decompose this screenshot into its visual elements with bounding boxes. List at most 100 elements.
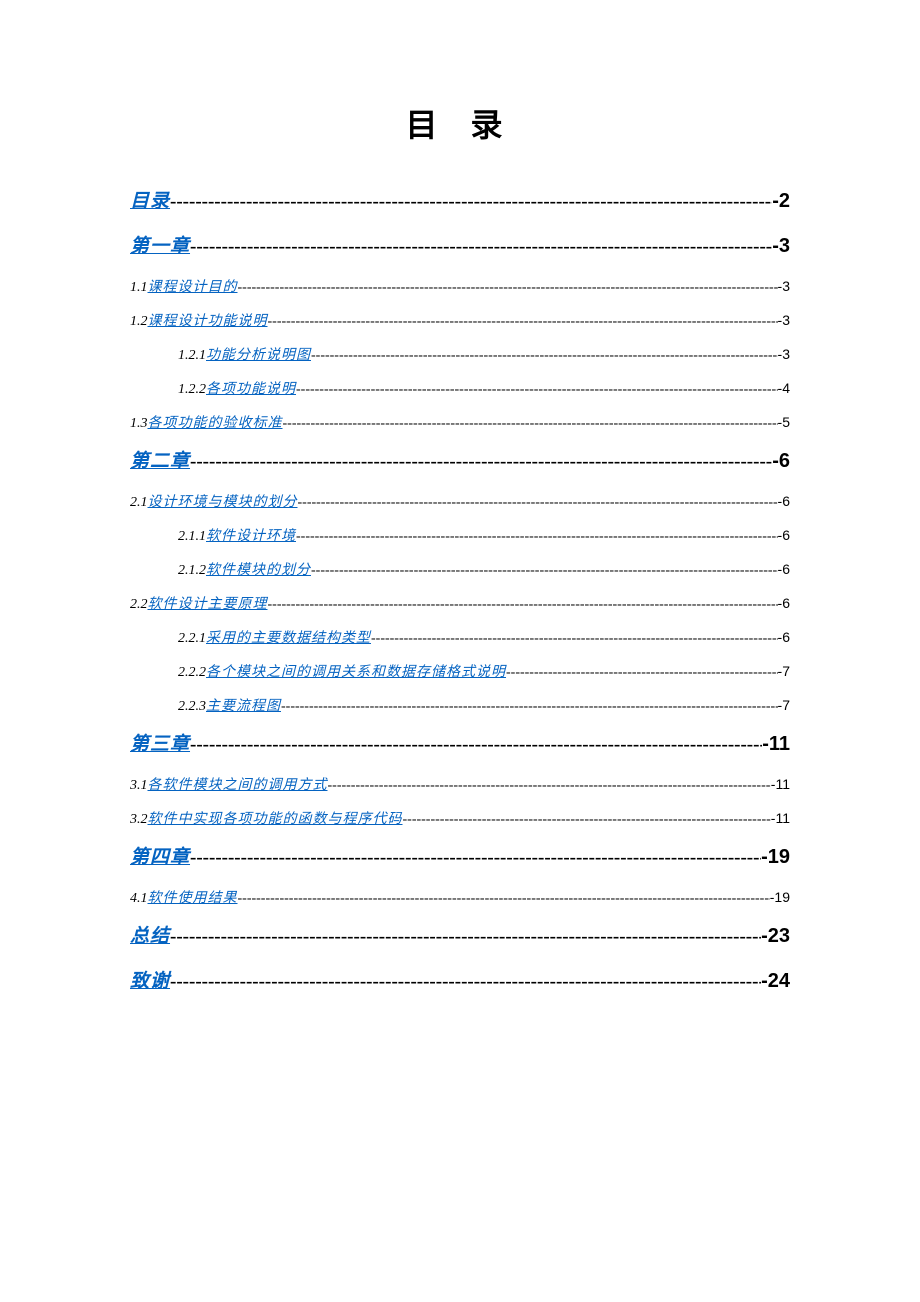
toc-leader <box>371 631 778 647</box>
toc-link[interactable]: 软件设计主要原理 <box>148 593 268 613</box>
toc-entry: 3.1 各软件模块之间的调用方式 -11 <box>130 774 790 794</box>
page-title: 目 录 <box>130 100 790 146</box>
toc-prefix: 3.2 <box>130 812 148 828</box>
toc-leader <box>238 280 778 296</box>
toc-leader <box>170 926 761 948</box>
toc-entry: 1.2 课程设计功能说明-3 <box>130 310 790 330</box>
toc-entry: 2.1.1 软件设计环境 -6 <box>130 525 790 545</box>
toc-leader <box>190 734 762 756</box>
toc-leader <box>190 451 772 473</box>
toc-prefix: 2.2.3 <box>178 699 206 715</box>
toc-entry: 2.2.3 主要流程图-7 <box>130 695 790 715</box>
toc-page-number: -3 <box>778 278 790 294</box>
toc-prefix: 1.2.1 <box>178 348 206 364</box>
toc-link[interactable]: 课程设计功能说明 <box>148 310 268 330</box>
toc-link[interactable]: 软件中实现各项功能的函数与程序代码 <box>148 808 403 828</box>
toc-leader <box>311 348 778 364</box>
toc-entry: 2.2.2 各个模块之间的调用关系和数据存储格式说明-7 <box>130 661 790 681</box>
toc-leader <box>190 236 772 258</box>
toc-prefix: 2.1.2 <box>178 563 206 579</box>
toc-prefix: 2.1 <box>130 495 148 511</box>
toc-page-number: -4 <box>778 380 790 396</box>
toc-entry: 2.1 设计环境与模块的划分 -6 <box>130 491 790 511</box>
toc-link[interactable]: 第三章 <box>130 729 190 756</box>
toc-link[interactable]: 各个模块之间的调用关系和数据存储格式说明 <box>206 661 506 681</box>
toc-leader <box>506 665 778 681</box>
toc-entry: 目录-2 <box>130 186 790 213</box>
toc-entry: 总结 -23 <box>130 921 790 948</box>
toc-page-number: -24 <box>761 970 790 993</box>
toc-entry: 3.2 软件中实现各项功能的函数与程序代码 -11 <box>130 808 790 828</box>
toc-leader <box>296 382 778 398</box>
toc-link[interactable]: 功能分析说明图 <box>206 344 311 364</box>
toc-entry: 第三章 -11 <box>130 729 790 756</box>
toc-prefix: 2.2.1 <box>178 631 206 647</box>
toc-link[interactable]: 设计环境与模块的划分 <box>148 491 298 511</box>
toc-prefix: 2.1.1 <box>178 529 206 545</box>
toc-page-number: -6 <box>778 629 790 645</box>
toc-page-number: -19 <box>770 889 790 905</box>
toc-leader <box>238 891 770 907</box>
toc-link[interactable]: 课程设计目的 <box>148 276 238 296</box>
toc-link[interactable]: 软件使用结果 <box>148 887 238 907</box>
toc-page-number: -19 <box>761 846 790 869</box>
toc-entry: 第一章 -3 <box>130 231 790 258</box>
toc-page-number: -6 <box>778 527 790 543</box>
toc-leader <box>283 416 778 432</box>
toc-link[interactable]: 第四章 <box>130 842 190 869</box>
toc-link[interactable]: 致谢 <box>130 966 170 993</box>
toc-leader <box>403 812 771 828</box>
toc-prefix: 4.1 <box>130 891 148 907</box>
toc-entry: 致谢 -24 <box>130 966 790 993</box>
toc-page-number: -11 <box>771 776 790 792</box>
toc-link[interactable]: 各软件模块之间的调用方式 <box>148 774 328 794</box>
toc-entry: 1.3 各项功能的验收标准 -5 <box>130 412 790 432</box>
toc-leader <box>311 563 778 579</box>
toc-entry: 第二章 -6 <box>130 446 790 473</box>
toc-link[interactable]: 软件模块的划分 <box>206 559 311 579</box>
toc-page-number: -23 <box>761 925 790 948</box>
toc-link[interactable]: 总结 <box>130 921 170 948</box>
toc-page-number: -6 <box>778 493 790 509</box>
toc-leader <box>170 971 761 993</box>
toc-entry: 2.2.1 采用的主要数据结构类型 -6 <box>130 627 790 647</box>
toc-link[interactable]: 软件设计环境 <box>206 525 296 545</box>
toc-page-number: -3 <box>778 346 790 362</box>
toc-entry: 1.2.1 功能分析说明图 -3 <box>130 344 790 364</box>
toc-page-number: -6 <box>772 450 790 473</box>
table-of-contents: 目录-2第一章-31.1 课程设计目的-31.2 课程设计功能说明-31.2.1… <box>130 186 790 993</box>
toc-prefix: 1.2.2 <box>178 382 206 398</box>
toc-prefix: 1.2 <box>130 314 148 330</box>
toc-link[interactable]: 采用的主要数据结构类型 <box>206 627 371 647</box>
toc-page-number: -3 <box>772 235 790 258</box>
toc-prefix: 2.2 <box>130 597 148 613</box>
toc-entry: 1.1 课程设计目的 -3 <box>130 276 790 296</box>
toc-page-number: -6 <box>778 561 790 577</box>
toc-entry: 第四章 -19 <box>130 842 790 869</box>
toc-entry: 2.1.2 软件模块的划分 -6 <box>130 559 790 579</box>
toc-page-number: -11 <box>762 733 790 756</box>
toc-link[interactable]: 目录 <box>130 186 170 213</box>
toc-entry: 4.1 软件使用结果 -19 <box>130 887 790 907</box>
toc-prefix: 1.3 <box>130 416 148 432</box>
toc-leader <box>268 314 778 330</box>
toc-leader <box>190 847 761 869</box>
toc-leader <box>296 529 778 545</box>
toc-link[interactable]: 第二章 <box>130 446 190 473</box>
toc-leader <box>268 597 778 613</box>
toc-leader <box>298 495 778 511</box>
toc-page-number: -11 <box>771 810 790 826</box>
toc-entry: 1.2.2 各项功能说明 -4 <box>130 378 790 398</box>
toc-leader <box>170 191 772 213</box>
toc-entry: 2.2 软件设计主要原理 -6 <box>130 593 790 613</box>
toc-leader <box>328 778 771 794</box>
toc-link[interactable]: 各项功能的验收标准 <box>148 412 283 432</box>
toc-page-number: -5 <box>778 414 790 430</box>
toc-link[interactable]: 各项功能说明 <box>206 378 296 398</box>
toc-link[interactable]: 第一章 <box>130 231 190 258</box>
toc-page-number: -6 <box>778 595 790 611</box>
toc-leader <box>281 699 778 715</box>
toc-prefix: 1.1 <box>130 280 148 296</box>
toc-prefix: 3.1 <box>130 778 148 794</box>
toc-link[interactable]: 主要流程图 <box>206 695 281 715</box>
